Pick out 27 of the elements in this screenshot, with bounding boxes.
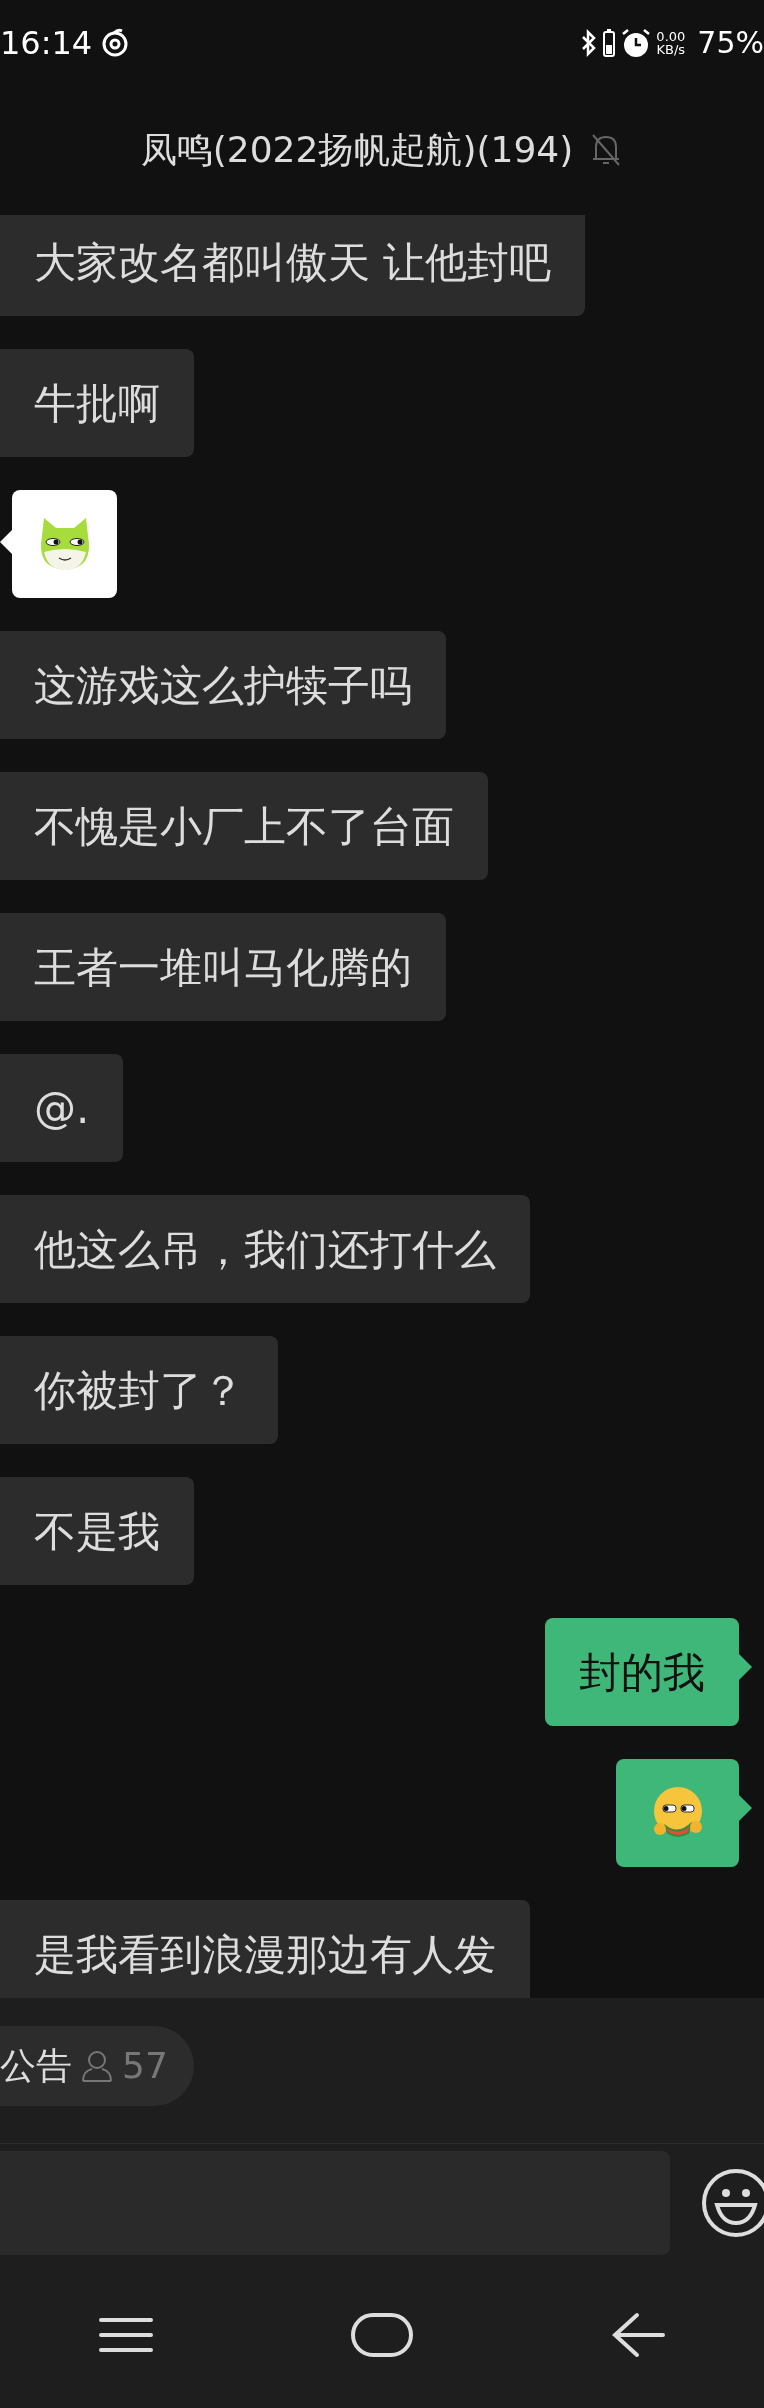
member-count: 57 — [122, 2044, 168, 2088]
chat-title: 凤鸣(2022扬帆起航)(194) — [140, 128, 574, 172]
bubble-tail — [739, 1795, 752, 1821]
bubble-tail — [0, 530, 12, 554]
network-speed-value: 0.00 — [656, 29, 686, 43]
message-bubble: @. — [0, 1054, 124, 1162]
back-arrow-icon[interactable] — [611, 2312, 666, 2358]
battery-icon — [602, 27, 617, 58]
message-bubble: 封的我 — [545, 1618, 752, 1726]
message-bubble: 大家改名都叫傲天 让他封吧 — [0, 215, 586, 316]
message-bubble: 你被封了？ — [0, 1336, 278, 1444]
network-speed-unit: KB/s — [656, 42, 686, 56]
announcement-label: 公告 — [0, 2044, 72, 2088]
message-bubble: 不愧是小厂上不了台面 — [0, 772, 488, 880]
message-bubble: 不是我 — [0, 1477, 194, 1585]
message-bubble: 牛批啊 — [0, 349, 194, 457]
message-bubble: 这游戏这么护犊子吗 — [0, 631, 446, 739]
emoji-button-icon[interactable] — [700, 2166, 764, 2239]
message-bubble: 是我看到浪漫那边有人发 — [0, 1900, 530, 1998]
person-icon — [80, 2049, 114, 2083]
home-button-icon[interactable] — [350, 2312, 414, 2358]
announcement-chip[interactable]: 公告 57 — [0, 2026, 194, 2106]
battery-percent: 75% — [697, 24, 764, 62]
clock-time: 16:14 — [0, 22, 93, 64]
message-bubble: 王者一堆叫马化腾的 — [0, 913, 446, 1021]
message-bubble: 他这么吊，我们还打什么 — [0, 1195, 530, 1303]
menu-icon[interactable] — [98, 2317, 153, 2353]
